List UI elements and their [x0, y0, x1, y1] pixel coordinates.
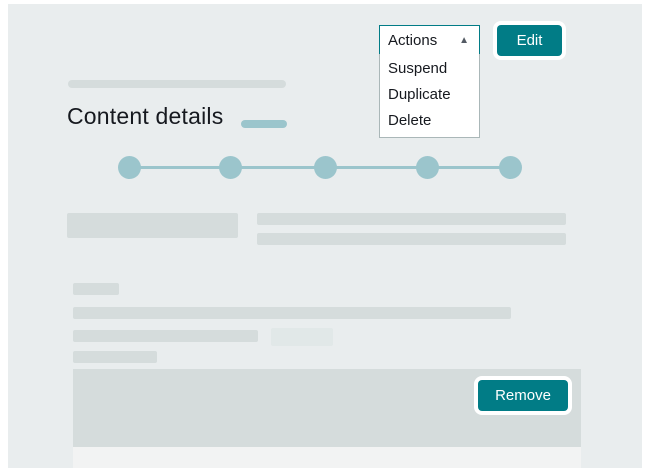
summary-line-placeholder-2 — [257, 233, 566, 245]
step-dot-5[interactable] — [499, 156, 522, 179]
menu-item-delete[interactable]: Delete — [380, 108, 479, 134]
menu-item-suspend[interactable]: Suspend — [380, 56, 479, 82]
menu-item-duplicate[interactable]: Duplicate — [380, 82, 479, 108]
summary-block-placeholder — [67, 213, 238, 238]
section-line-placeholder-1 — [73, 307, 511, 319]
status-badge-placeholder — [241, 120, 287, 128]
actions-menu: Suspend Duplicate Delete — [379, 54, 480, 138]
section-line-placeholder-2 — [73, 330, 258, 342]
step-dot-1[interactable] — [118, 156, 141, 179]
summary-line-placeholder-1 — [257, 213, 566, 225]
step-dot-3[interactable] — [314, 156, 337, 179]
actions-dropdown[interactable]: Actions ▲ — [379, 25, 480, 55]
remove-button[interactable]: Remove — [478, 380, 568, 411]
actions-dropdown-label: Actions — [388, 31, 438, 49]
section-heading-placeholder — [73, 283, 119, 295]
page-title: Content details — [67, 103, 224, 129]
breadcrumb-placeholder — [68, 80, 286, 88]
edit-button[interactable]: Edit — [497, 25, 562, 56]
caret-up-icon: ▲ — [459, 34, 469, 46]
step-dot-2[interactable] — [219, 156, 242, 179]
step-dot-4[interactable] — [416, 156, 439, 179]
panel-footer — [73, 447, 581, 468]
section-line-placeholder-3 — [73, 351, 157, 363]
section-chip-placeholder — [271, 328, 333, 346]
